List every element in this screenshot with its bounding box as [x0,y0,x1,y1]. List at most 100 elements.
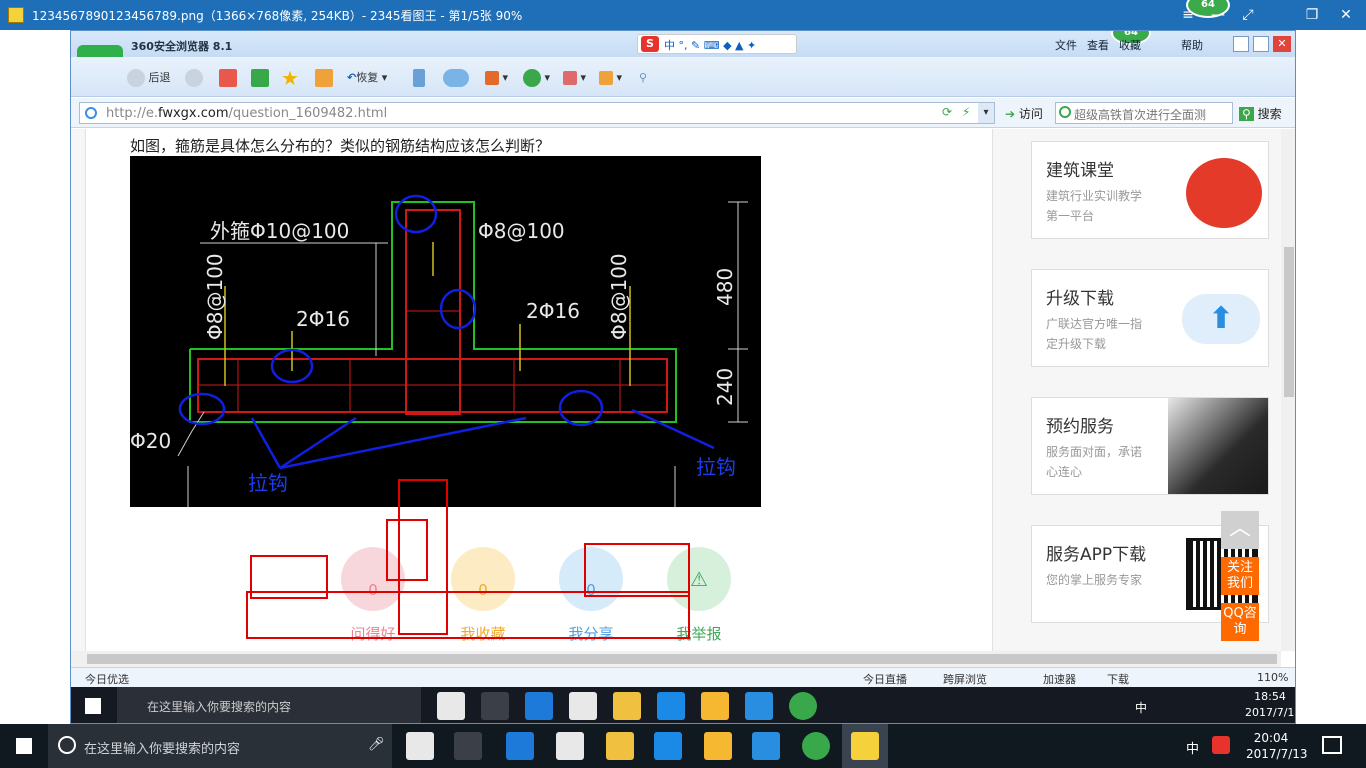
page-content: 如图，箍筋是具体怎么分布的？类似的钢筋结构应该怎么判断？ 外箍Φ10@100 Φ… [71,129,1295,651]
address-bar: http://e.fwxgx.com/question_1609482.html… [71,98,1295,128]
menu-view[interactable]: 查看 [1087,37,1109,53]
phone-button[interactable] [413,67,425,89]
url-dropdown-icon[interactable]: ▾ [978,103,994,123]
browser-close-button[interactable]: ✕ [1273,36,1291,52]
app-8-icon[interactable] [752,732,780,760]
back-to-top-icon[interactable]: ︿ [1221,511,1259,549]
cortana-icon [58,736,76,754]
today-live[interactable]: 今日直播 [863,671,907,687]
red-annotation-5 [584,543,690,597]
visit-button[interactable]: ➔ 访问 [1005,105,1043,122]
label-phi20: Φ20 [130,429,171,453]
home-button[interactable] [315,67,333,89]
screenshot-button[interactable]: ▾ [599,67,622,89]
follow-us-button[interactable]: 关注我们 [1221,557,1259,595]
image-viewer-window: 1234567890123456789.png（1366×768像素, 254K… [0,0,1366,768]
course-logo-icon [1186,158,1262,228]
forward-button[interactable] [185,67,203,89]
cloud-button[interactable] [443,67,469,89]
qq-consult-button[interactable]: QQ咨询 [1221,603,1259,641]
refresh-button[interactable] [251,67,269,89]
label-top: Φ8@100 [478,219,565,243]
today-picks[interactable]: 今日优选 [85,671,129,687]
sogou-icon: S [641,36,659,52]
sogou-tray-icon[interactable] [1212,736,1230,754]
start-icon[interactable] [16,738,32,754]
sidebar-card-course[interactable]: 建筑课堂 建筑行业实训教学第一平台 [1031,141,1269,239]
system-clock[interactable]: 20:04 2017/7/13 [1246,730,1308,762]
restore-button[interactable]: ❐ [1300,4,1324,26]
menu-icon[interactable]: ≡ [1176,4,1200,26]
translate-button[interactable]: ▾ [563,67,586,89]
edge-icon[interactable] [506,732,534,760]
inner-360-icon[interactable] [789,692,817,720]
active-viewer-app[interactable] [842,724,888,768]
browser-minimize-button[interactable] [1233,36,1249,52]
menu-favorites[interactable]: 收藏 [1119,37,1141,53]
inner-app-1-icon[interactable] [437,692,465,720]
vertical-scrollbar[interactable] [1281,129,1295,651]
back-icon [127,69,145,87]
inner-folder-icon[interactable] [613,692,641,720]
inner-start-icon[interactable] [85,698,101,714]
menu-help[interactable]: 帮助 [1181,37,1203,53]
url-input[interactable]: http://e.fwxgx.com/question_1609482.html… [79,102,995,124]
minimize-button[interactable]: — [1206,4,1230,26]
cross-screen[interactable]: 跨屏浏览 [943,671,987,687]
search-button[interactable]: ⚲ 搜索 [1239,105,1282,122]
folder-icon[interactable] [606,732,634,760]
stop-icon [219,69,237,87]
fullscreen-button[interactable]: ⤢ [1236,4,1260,26]
notification-icon[interactable] [1322,736,1342,754]
browser-toolbar: 后退 ★ ↶恢复 ▾ ▾ ▾ ▾ ▾ ⚲ [71,57,1295,97]
hscroll-thumb[interactable] [87,654,1277,664]
inner-ime[interactable]: 中 [1135,699,1147,716]
inner-app-2-icon[interactable] [481,692,509,720]
currency-button[interactable]: ▾ [523,67,550,89]
scroll-thumb[interactable] [1284,247,1294,397]
search-engine-icon [1059,106,1071,118]
viewer-title-bar: 1234567890123456789.png（1366×768像素, 254K… [0,0,1366,30]
inner-search-box[interactable]: 在这里输入你要搜索的内容 [117,687,421,723]
horizontal-scrollbar[interactable] [71,651,1281,667]
menu-file[interactable]: 文件 [1055,37,1077,53]
forward-icon [185,69,203,87]
back-button[interactable]: 后退 [127,67,171,89]
taskbar: 在这里输入你要搜索的内容 🎤︎ 中 20:04 2017/7/13 [0,724,1366,768]
lightning-icon[interactable]: ⚡ [962,105,970,119]
sidebar-card-appointment[interactable]: 预约服务 服务面对面，承诺心连心 [1031,397,1269,495]
restore-tab-button[interactable]: ↶恢复 ▾ [347,67,387,89]
apps-button[interactable]: ▾ [485,67,508,89]
inner-store-icon[interactable] [569,692,597,720]
cad-drawing: 外箍Φ10@100 Φ8@100 2Φ16 2Φ16 Φ8@100 Φ8@100… [130,156,761,507]
inner-app-6-icon[interactable] [657,692,685,720]
viewer-app-icon [8,7,24,23]
search-input[interactable]: 超级高铁首次进行全面测 [1055,102,1233,124]
ime-indicator[interactable]: 中 [1186,738,1199,757]
app-6-icon[interactable] [654,732,682,760]
accelerator[interactable]: 加速器 [1043,671,1076,687]
reload-icon[interactable]: ⟳ [942,105,952,119]
sidebar-card-upgrade[interactable]: 升级下载 广联达官方唯一指定升级下载 ⬆ [1031,269,1269,367]
close-button[interactable]: ✕ [1334,4,1358,26]
inner-taskbar: 在这里输入你要搜索的内容 中 18:54 2017/7/13 [71,687,1296,723]
favorite-star-icon[interactable]: ★ [281,67,299,89]
taskbar-search-box[interactable]: 在这里输入你要搜索的内容 🎤︎ [48,724,392,768]
inner-edge-icon[interactable] [525,692,553,720]
download[interactable]: 下载 [1107,671,1129,687]
ime-toolbar[interactable]: S中 °, ✎ ⌨ ◆ ▲ ✦ [637,34,797,54]
store-icon[interactable] [556,732,584,760]
app-1-icon[interactable] [406,732,434,760]
app-2-icon[interactable] [454,732,482,760]
zoom-icon[interactable]: ⚲ [639,67,647,89]
viewer-app-icon [851,732,879,760]
translate-icon [563,71,577,85]
stop-button[interactable] [219,67,237,89]
app-7-icon[interactable] [704,732,732,760]
zoom-level[interactable]: 110% [1257,671,1288,684]
browser-restore-button[interactable] [1253,36,1269,52]
browser-360-icon[interactable] [802,732,830,760]
inner-app-7-icon[interactable] [701,692,729,720]
inner-app-8-icon[interactable] [745,692,773,720]
inner-clock: 18:54 2017/7/13 [1245,690,1296,719]
